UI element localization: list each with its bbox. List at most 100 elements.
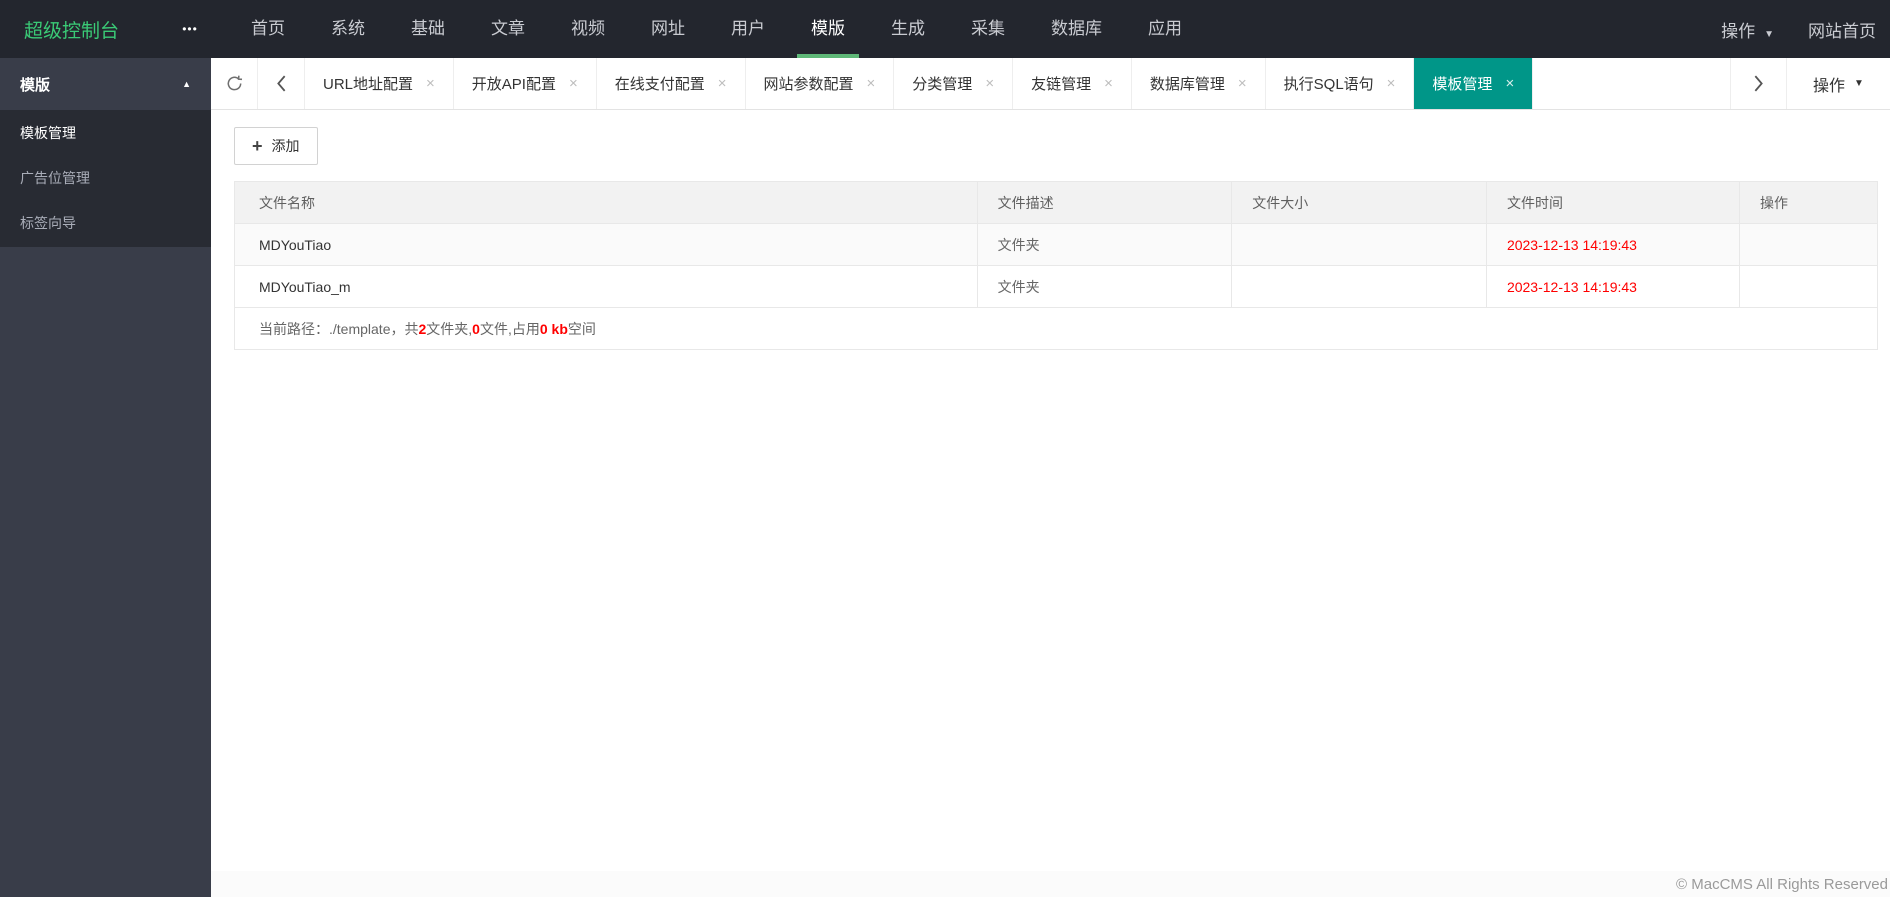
table-row: MDYouTiao_m 文件夹 2023-12-13 14:19:43 (234, 265, 1879, 308)
sidebar-item-tag-wizard[interactable]: 标签向导 (0, 201, 211, 246)
summary-suffix: 空间 (567, 320, 596, 337)
tab-label: 在线支付配置 (614, 76, 705, 93)
nav-item-system[interactable]: 系统 (317, 0, 379, 58)
tab-label: URL地址配置 (323, 76, 414, 93)
sidebar-group-label: 模版 (20, 76, 51, 94)
tab-site-params-config[interactable]: 网站参数配置 × (746, 58, 895, 109)
table-row: MDYouTiao 文件夹 2023-12-13 14:19:43 (234, 223, 1879, 266)
file-size-cell (1231, 223, 1487, 266)
nav-item-label: 模版 (811, 19, 845, 38)
nav-item-label: 数据库 (1051, 19, 1102, 38)
tabs-scroll-right-button[interactable] (1730, 58, 1786, 109)
nav-item-article[interactable]: 文章 (477, 0, 539, 58)
summary-size: 0 kb (539, 320, 568, 337)
nav-item-label: 生成 (891, 19, 925, 38)
file-desc-cell: 文件夹 (976, 265, 1233, 308)
close-icon[interactable]: × (867, 76, 876, 91)
tab-open-api-config[interactable]: 开放API配置 × (454, 58, 597, 109)
nav-item-template[interactable]: 模版 (797, 0, 859, 58)
top-navbar: 超级控制台 ••• 首页 系统 基础 文章 视频 网址 用户 模版 生成 采集 … (0, 0, 1890, 58)
tab-online-pay-config[interactable]: 在线支付配置 × (597, 58, 746, 109)
column-header-actions: 操作 (1738, 181, 1879, 224)
refresh-icon (225, 74, 244, 93)
file-size-cell (1231, 265, 1487, 308)
nav-item-website[interactable]: 网址 (637, 0, 699, 58)
file-table: 文件名称 文件描述 文件大小 文件时间 操作 MDYouTiao 文件夹 202… (234, 181, 1879, 350)
summary-file-count: 0 (472, 320, 480, 337)
file-time-cell: 2023-12-13 14:19:43 (1485, 265, 1740, 308)
tab-label: 网站参数配置 (763, 76, 854, 93)
close-icon[interactable]: × (985, 76, 994, 91)
tab-label: 数据库管理 (1149, 76, 1225, 93)
close-icon[interactable]: × (569, 76, 578, 91)
caret-down-icon: ▼ (1854, 78, 1864, 89)
nav-item-collect[interactable]: 采集 (957, 0, 1019, 58)
nav-item-home[interactable]: 首页 (237, 0, 299, 58)
sidebar-item-template-manage[interactable]: 模板管理 (0, 111, 211, 156)
nav-item-database[interactable]: 数据库 (1037, 0, 1116, 58)
tab-label: 开放API配置 (471, 76, 556, 93)
folder-name-link[interactable]: MDYouTiao_m (234, 265, 978, 308)
column-header-file-name: 文件名称 (234, 181, 978, 224)
tabbar-spacer (1533, 58, 1730, 109)
close-icon[interactable]: × (1238, 76, 1247, 91)
main-content: + 添加 文件名称 文件描述 文件大小 文件时间 操作 MDYouTiao 文件… (211, 110, 1890, 871)
add-button[interactable]: + 添加 (234, 127, 318, 165)
sidebar: 模版 ▲ 模板管理 广告位管理 标签向导 (0, 58, 211, 897)
close-icon[interactable]: × (718, 76, 727, 91)
tab-label: 友链管理 (1031, 76, 1092, 93)
plus-icon: + (252, 136, 263, 156)
navbar-right: 操作 ▼ 网站首页 (1721, 17, 1890, 42)
close-icon[interactable]: × (426, 76, 435, 91)
nav-item-generate[interactable]: 生成 (877, 0, 939, 58)
column-header-file-time: 文件时间 (1485, 181, 1740, 224)
sidebar-group-template[interactable]: 模版 ▲ (0, 58, 211, 110)
chevron-right-icon (1752, 74, 1765, 93)
close-icon[interactable]: × (1387, 76, 1396, 91)
file-time-cell: 2023-12-13 14:19:43 (1485, 223, 1740, 266)
file-desc-cell: 文件夹 (976, 223, 1233, 266)
table-header-row: 文件名称 文件描述 文件大小 文件时间 操作 (234, 181, 1879, 224)
summary-mid2: 文件,占用 (479, 320, 540, 337)
folder-name-link[interactable]: MDYouTiao (234, 223, 978, 266)
tab-database-manage[interactable]: 数据库管理 × (1132, 58, 1266, 109)
nav-item-video[interactable]: 视频 (557, 0, 619, 58)
close-icon[interactable]: × (1505, 76, 1514, 91)
copyright-text: © MacCMS All Rights Reserved (1676, 875, 1888, 893)
nav-item-app[interactable]: 应用 (1134, 0, 1196, 58)
sidebar-submenu: 模板管理 广告位管理 标签向导 (0, 110, 211, 247)
tab-label: 执行SQL语句 (1283, 76, 1374, 93)
nav-item-label: 用户 (731, 19, 765, 38)
navbar-action-label: 操作 (1721, 21, 1756, 41)
summary-prefix: 当前路径：./template，共 (259, 320, 419, 337)
chevron-left-icon (275, 74, 288, 93)
nav-item-basic[interactable]: 基础 (397, 0, 459, 58)
arrow-up-icon: ▲ (182, 79, 191, 89)
nav-item-label: 基础 (411, 19, 445, 38)
nav-item-user[interactable]: 用户 (717, 0, 779, 58)
tabbar-action-dropdown[interactable]: 操作 ▼ (1786, 58, 1890, 109)
current-path-summary: 当前路径：./template，共2文件夹,0文件,占用0 kb空间 (234, 307, 1878, 350)
nav-item-label: 首页 (251, 19, 285, 38)
column-header-file-size: 文件大小 (1231, 181, 1487, 224)
tabbar-action-label: 操作 (1813, 77, 1846, 95)
nav-item-label: 网址 (651, 19, 685, 38)
sidebar-item-ad-manage[interactable]: 广告位管理 (0, 156, 211, 201)
tab-category-manage[interactable]: 分类管理 × (894, 58, 1014, 109)
tab-url-config[interactable]: URL地址配置 × (305, 58, 454, 109)
site-home-link[interactable]: 网站首页 (1808, 17, 1876, 42)
tabs-scroll-left-button[interactable] (258, 58, 305, 109)
navbar-action-dropdown[interactable]: 操作 ▼ (1721, 17, 1774, 42)
tab-execute-sql[interactable]: 执行SQL语句 × (1266, 58, 1415, 109)
actions-cell (1738, 265, 1879, 308)
nav-item-label: 系统 (331, 19, 365, 38)
close-icon[interactable]: × (1104, 76, 1113, 91)
tab-friendlink-manage[interactable]: 友链管理 × (1013, 58, 1132, 109)
tab-label: 分类管理 (912, 76, 973, 93)
add-button-label: 添加 (271, 138, 300, 154)
summary-row: 当前路径：./template，共2文件夹,0文件,占用0 kb空间 (234, 307, 1878, 350)
collapse-menu-icon[interactable]: ••• (168, 22, 212, 36)
summary-mid1: 文件夹, (426, 320, 473, 337)
refresh-button[interactable] (211, 58, 258, 109)
tab-template-manage[interactable]: 模板管理 × (1414, 58, 1534, 109)
